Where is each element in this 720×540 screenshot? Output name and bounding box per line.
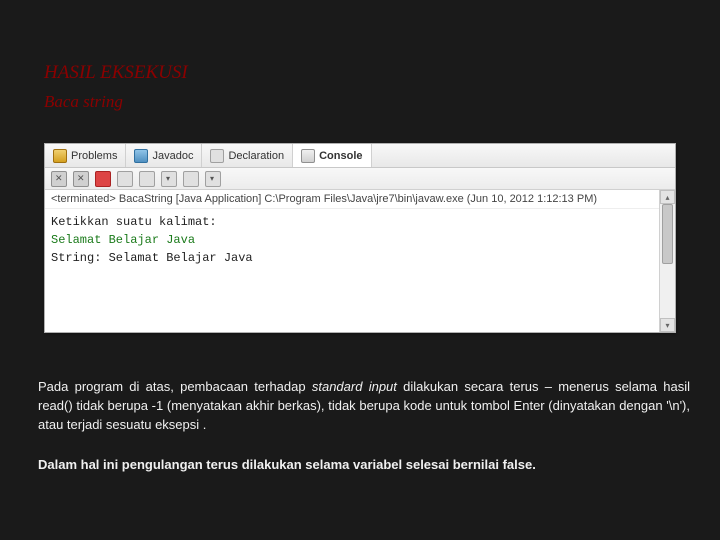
scroll-lock-icon[interactable]: [139, 171, 155, 187]
tab-problems[interactable]: Problems: [45, 144, 126, 167]
console-line-prompt: Ketikkan suatu kalimat:: [51, 213, 669, 231]
javadoc-icon: [134, 149, 148, 163]
console-line-input: Selamat Belajar Java: [51, 231, 669, 249]
console-toolbar: [45, 168, 675, 190]
paragraph-conclusion: Dalam hal ini pengulangan terus dilakuka…: [38, 456, 690, 475]
tab-javadoc[interactable]: Javadoc: [126, 144, 202, 167]
remove-launch-icon[interactable]: [51, 171, 67, 187]
scroll-down-icon[interactable]: ▾: [660, 318, 675, 332]
launch-status: <terminated> BacaString [Java Applicatio…: [45, 190, 675, 209]
paragraph-explanation: Pada program di atas, pembacaan terhadap…: [38, 378, 690, 435]
declaration-icon: [210, 149, 224, 163]
text-segment: Pada program di atas, pembacaan terhadap: [38, 379, 312, 394]
tab-declaration[interactable]: Declaration: [202, 144, 293, 167]
terminate-icon[interactable]: [95, 171, 111, 187]
tab-label: Problems: [71, 150, 117, 162]
text-italic: standard input: [312, 379, 397, 394]
tabs-row: Problems Javadoc Declaration Console: [45, 144, 675, 168]
pin-console-icon[interactable]: [183, 171, 199, 187]
console-line-output: String: Selamat Belajar Java: [51, 249, 669, 267]
heading-result: HASIL EKSEKUSI: [44, 62, 188, 84]
open-console-dropdown-icon[interactable]: [205, 171, 221, 187]
tab-label: Declaration: [228, 150, 284, 162]
tab-label: Javadoc: [152, 150, 193, 162]
heading-subtitle: Baca string: [44, 92, 123, 112]
ide-console-panel: Problems Javadoc Declaration Console <te…: [44, 143, 676, 333]
scrollbar-thumb[interactable]: [662, 204, 673, 264]
console-icon: [301, 149, 315, 163]
clear-console-icon[interactable]: [117, 171, 133, 187]
remove-all-icon[interactable]: [73, 171, 89, 187]
display-dropdown-icon[interactable]: [161, 171, 177, 187]
scroll-up-icon[interactable]: ▴: [660, 190, 675, 204]
vertical-scrollbar[interactable]: ▴ ▾: [659, 190, 675, 332]
console-output-area[interactable]: Ketikkan suatu kalimat: Selamat Belajar …: [45, 209, 675, 271]
tab-label: Console: [319, 150, 362, 162]
tab-console[interactable]: Console: [293, 144, 371, 167]
problems-icon: [53, 149, 67, 163]
